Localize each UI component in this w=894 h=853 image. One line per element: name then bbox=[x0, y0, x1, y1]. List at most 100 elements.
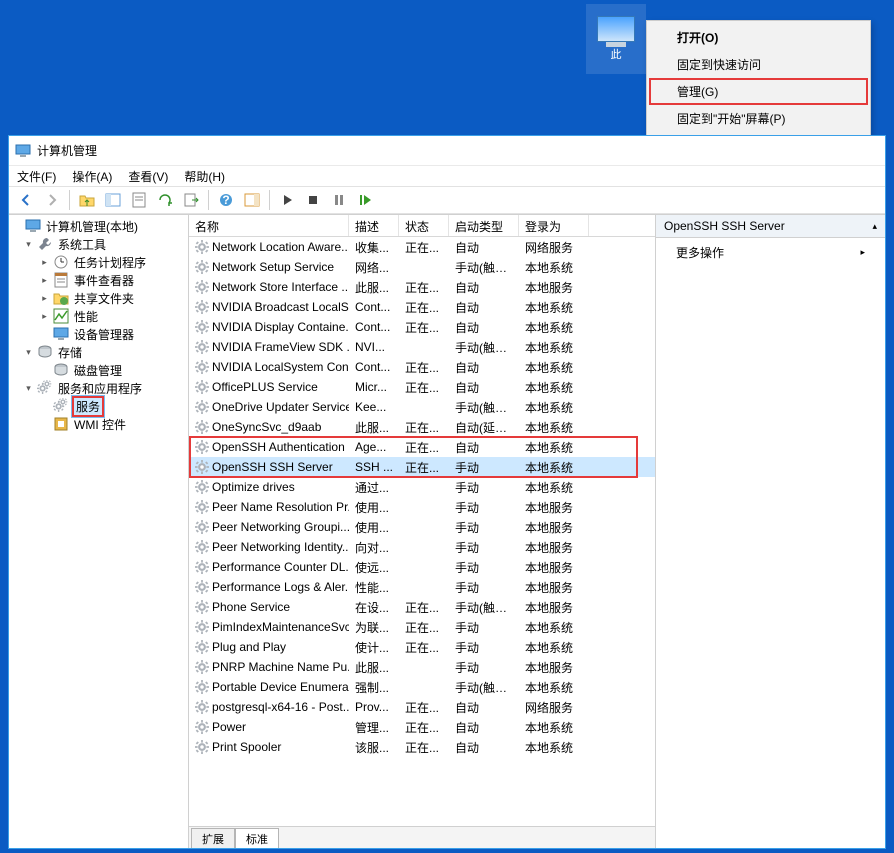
tree-performance[interactable]: ▸性能 bbox=[9, 307, 188, 325]
menu-help[interactable]: 帮助(H) bbox=[184, 168, 225, 185]
properties-button[interactable] bbox=[128, 189, 150, 211]
gear-icon bbox=[195, 360, 209, 374]
menu-manage[interactable]: 管理(G) bbox=[649, 78, 868, 105]
desktop-this-pc-icon[interactable]: 此 bbox=[586, 4, 646, 74]
tree-storage[interactable]: ▾存储 bbox=[9, 343, 188, 361]
menu-pin-quick[interactable]: 固定到快速访问 bbox=[649, 51, 868, 78]
separator bbox=[69, 190, 70, 210]
tree-task-scheduler[interactable]: ▸任务计划程序 bbox=[9, 253, 188, 271]
col-startup[interactable]: 启动类型 bbox=[449, 215, 519, 236]
tree-pane[interactable]: 计算机管理(本地) ▾系统工具 ▸任务计划程序 ▸事件查看器 ▸共享文件夹 ▸性… bbox=[9, 215, 189, 848]
show-hide-tree-button[interactable] bbox=[102, 189, 124, 211]
menu-pin-start[interactable]: 固定到"开始"屏幕(P) bbox=[649, 105, 868, 132]
service-row[interactable]: Peer Networking Groupi...使用...手动本地服务 bbox=[189, 517, 655, 537]
col-status[interactable]: 状态 bbox=[399, 215, 449, 236]
col-name[interactable]: 名称 bbox=[189, 215, 349, 236]
service-name: PNRP Machine Name Pu... bbox=[212, 660, 349, 674]
tree-shared-folders[interactable]: ▸共享文件夹 bbox=[9, 289, 188, 307]
service-row[interactable]: NVIDIA Broadcast LocalS...Cont...正在...自动… bbox=[189, 297, 655, 317]
tree-services-apps[interactable]: ▾服务和应用程序 bbox=[9, 379, 188, 397]
service-row[interactable]: OneDrive Updater ServiceKee...手动(触发...本地… bbox=[189, 397, 655, 417]
forward-button[interactable] bbox=[41, 189, 63, 211]
service-row[interactable]: NVIDIA Display Containe...Cont...正在...自动… bbox=[189, 317, 655, 337]
gear-icon bbox=[195, 700, 209, 714]
service-row[interactable]: Performance Logs & Aler...性能...手动本地服务 bbox=[189, 577, 655, 597]
tree-wmi[interactable]: WMI 控件 bbox=[9, 415, 188, 433]
service-row[interactable]: Performance Counter DL...使远...手动本地服务 bbox=[189, 557, 655, 577]
tree-disk-management[interactable]: 磁盘管理 bbox=[9, 361, 188, 379]
service-name: OpenSSH Authentication ... bbox=[212, 440, 349, 454]
service-row[interactable]: PimIndexMaintenanceSvc...为联...正在...手动本地系… bbox=[189, 617, 655, 637]
actions-header[interactable]: OpenSSH SSH Server ▴ bbox=[656, 215, 885, 238]
col-desc[interactable]: 描述 bbox=[349, 215, 399, 236]
service-startup: 手动 bbox=[449, 579, 519, 596]
refresh-button[interactable] bbox=[154, 189, 176, 211]
service-row[interactable]: PNRP Machine Name Pu...此服...手动本地服务 bbox=[189, 657, 655, 677]
service-row[interactable]: Power管理...正在...自动本地系统 bbox=[189, 717, 655, 737]
service-desc: Micr... bbox=[349, 380, 399, 394]
service-startup: 自动 bbox=[449, 319, 519, 336]
service-desc: 此服... bbox=[349, 419, 399, 436]
service-row[interactable]: Phone Service在设...正在...手动(触发...本地服务 bbox=[189, 597, 655, 617]
gear-icon bbox=[195, 480, 209, 494]
export-button[interactable] bbox=[180, 189, 202, 211]
service-row[interactable]: OfficePLUS ServiceMicr...正在...自动本地系统 bbox=[189, 377, 655, 397]
tree-root[interactable]: 计算机管理(本地) bbox=[9, 217, 188, 235]
service-row[interactable]: Optimize drives通过...手动本地系统 bbox=[189, 477, 655, 497]
menu-view[interactable]: 查看(V) bbox=[128, 168, 168, 185]
menu-file[interactable]: 文件(F) bbox=[17, 168, 56, 185]
service-logon: 本地系统 bbox=[519, 479, 589, 496]
service-row[interactable]: Network Setup Service网络...手动(触发...本地系统 bbox=[189, 257, 655, 277]
list-body[interactable]: Network Location Aware...收集...正在...自动网络服… bbox=[189, 237, 655, 826]
service-desc: 使用... bbox=[349, 519, 399, 536]
service-row[interactable]: Network Location Aware...收集...正在...自动网络服… bbox=[189, 237, 655, 257]
service-row[interactable]: OneSyncSvc_d9aab此服...正在...自动(延迟...本地系统 bbox=[189, 417, 655, 437]
help-button[interactable]: ? bbox=[215, 189, 237, 211]
gear-icon bbox=[195, 240, 209, 254]
detail-tabs: 扩展 标准 bbox=[189, 826, 655, 848]
service-startup: 手动 bbox=[449, 499, 519, 516]
tab-extended[interactable]: 扩展 bbox=[191, 828, 235, 848]
pause-service-button[interactable] bbox=[328, 189, 350, 211]
action-pane-button[interactable] bbox=[241, 189, 263, 211]
stop-service-button[interactable] bbox=[302, 189, 324, 211]
service-startup: 手动(触发... bbox=[449, 599, 519, 616]
service-status: 正在... bbox=[399, 419, 449, 436]
service-row[interactable]: NVIDIA LocalSystem Con...Cont...正在...自动本… bbox=[189, 357, 655, 377]
start-service-button[interactable] bbox=[276, 189, 298, 211]
service-row[interactable]: Plug and Play使计...正在...手动本地系统 bbox=[189, 637, 655, 657]
tree-services[interactable]: 服务 bbox=[9, 397, 188, 415]
service-status: 正在... bbox=[399, 239, 449, 256]
restart-service-button[interactable] bbox=[354, 189, 376, 211]
service-row[interactable]: OpenSSH SSH ServerSSH ...正在...手动本地系统 bbox=[189, 457, 655, 477]
service-row[interactable]: OpenSSH Authentication ...Age...正在...自动本… bbox=[189, 437, 655, 457]
service-row[interactable]: Peer Name Resolution Pr...使用...手动本地服务 bbox=[189, 497, 655, 517]
tree-system-tools[interactable]: ▾系统工具 bbox=[9, 235, 188, 253]
service-row[interactable]: NVIDIA FrameView SDK ...NVI...手动(触发...本地… bbox=[189, 337, 655, 357]
service-row[interactable]: Peer Networking Identity...向对...手动本地服务 bbox=[189, 537, 655, 557]
service-desc: 性能... bbox=[349, 579, 399, 596]
menu-action[interactable]: 操作(A) bbox=[72, 168, 112, 185]
service-name: OpenSSH SSH Server bbox=[212, 460, 333, 474]
service-name: Peer Name Resolution Pr... bbox=[212, 500, 349, 514]
service-row[interactable]: Print Spooler该服...正在...自动本地系统 bbox=[189, 737, 655, 757]
col-logon[interactable]: 登录为 bbox=[519, 215, 589, 236]
service-row[interactable]: Portable Device Enumera...强制...手动(触发...本… bbox=[189, 677, 655, 697]
menu-open[interactable]: 打开(O) bbox=[649, 24, 868, 51]
service-logon: 本地系统 bbox=[519, 399, 589, 416]
tab-standard[interactable]: 标准 bbox=[235, 828, 279, 848]
list-header[interactable]: 名称 描述 状态 启动类型 登录为 bbox=[189, 215, 655, 237]
up-button[interactable] bbox=[76, 189, 98, 211]
service-row[interactable]: postgresql-x64-16 - Post...Prov...正在...自… bbox=[189, 697, 655, 717]
gear-icon bbox=[195, 420, 209, 434]
back-button[interactable] bbox=[15, 189, 37, 211]
service-row[interactable]: Network Store Interface ...此服...正在...自动本… bbox=[189, 277, 655, 297]
titlebar[interactable]: 计算机管理 bbox=[9, 136, 885, 166]
tree-event-viewer[interactable]: ▸事件查看器 bbox=[9, 271, 188, 289]
actions-more[interactable]: 更多操作 ▸ bbox=[656, 238, 885, 267]
service-status: 正在... bbox=[399, 619, 449, 636]
service-logon: 本地系统 bbox=[519, 679, 589, 696]
tree-device-manager[interactable]: 设备管理器 bbox=[9, 325, 188, 343]
service-name: Network Store Interface ... bbox=[212, 280, 349, 294]
service-logon: 本地系统 bbox=[519, 359, 589, 376]
